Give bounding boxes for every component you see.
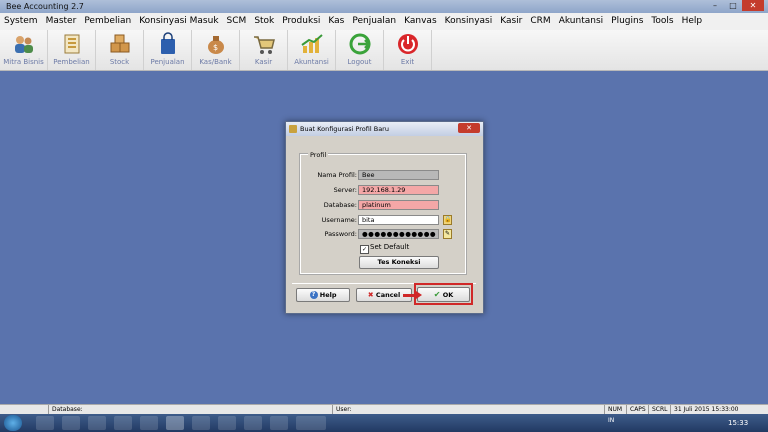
dialog-close-button[interactable]: ✕ <box>458 123 480 133</box>
boxes-icon <box>110 34 129 53</box>
toolbar-pembelian-button[interactable]: Pembelian <box>48 30 96 70</box>
window-titlebar: Bee Accounting 2.7 – □ ✕ <box>0 0 768 13</box>
maximize-button[interactable]: □ <box>724 0 742 11</box>
nama-profil-label: Nama Profil: <box>317 171 357 179</box>
toolbar-label: Kasir <box>254 58 273 66</box>
svg-text:$: $ <box>213 43 218 52</box>
toolbar-akuntansi-button[interactable]: Akuntansi <box>288 30 336 70</box>
menu-master[interactable]: Master <box>42 13 81 30</box>
lock-icon[interactable]: 🔒 <box>443 215 452 225</box>
taskbar-app-icon[interactable] <box>114 416 132 430</box>
growth-chart-icon <box>300 34 323 53</box>
toolbar-penjualan-button[interactable]: Penjualan <box>144 30 192 70</box>
taskbar-app-icon[interactable] <box>88 416 106 430</box>
menu-help[interactable]: Help <box>678 13 707 30</box>
toolbar-label: Logout <box>347 58 372 66</box>
os-taskbar: IN 15:33 <box>0 414 768 432</box>
cancel-label: Cancel <box>375 291 401 299</box>
menu-crm[interactable]: CRM <box>526 13 554 30</box>
set-default-checkbox[interactable]: ✓ <box>360 245 369 254</box>
menu-produksi[interactable]: Produksi <box>278 13 324 30</box>
profil-group-label: Profil <box>308 151 329 159</box>
toolbar-logout-button[interactable]: Logout <box>336 30 384 70</box>
taskbar-app-icon[interactable] <box>62 416 80 430</box>
taskbar-app-icon[interactable] <box>270 416 288 430</box>
server-field[interactable]: 192.168.1.29 <box>358 185 439 195</box>
cancel-icon: ✖ <box>367 291 374 299</box>
profile-config-dialog: Buat Konfigurasi Profil Baru ✕ Profil Na… <box>285 121 484 314</box>
cart-icon <box>253 36 275 54</box>
taskbar-app-icon[interactable] <box>244 416 262 430</box>
toolbar-exit-button[interactable]: Exit <box>384 30 432 70</box>
help-label: Help <box>319 291 337 299</box>
language-indicator[interactable]: IN <box>608 417 614 424</box>
toolbar-label: Penjualan <box>150 58 185 66</box>
taskbar-clock[interactable]: 15:33 <box>728 419 748 427</box>
minimize-button[interactable]: – <box>706 0 724 11</box>
menu-pembelian[interactable]: Pembelian <box>80 13 135 30</box>
toolbar-stock-button[interactable]: Stock <box>96 30 144 70</box>
taskbar-app-icon[interactable] <box>166 416 184 430</box>
money-bag-icon: $ <box>207 36 224 54</box>
menu-tools[interactable]: Tools <box>647 13 677 30</box>
dialog-title: Buat Konfigurasi Profil Baru <box>300 125 389 133</box>
menu-scm[interactable]: SCM <box>223 13 251 30</box>
arrow-annotation <box>403 291 422 299</box>
nama-profil-field[interactable]: Bee <box>358 170 439 180</box>
toolbar-label: Kas/Bank <box>199 58 232 66</box>
taskbar-app-icon[interactable] <box>192 416 210 430</box>
menu-kas[interactable]: Kas <box>324 13 348 30</box>
toolbar-mitra-bisnis-button[interactable]: Mitra Bisnis <box>0 30 48 70</box>
menu-plugins[interactable]: Plugins <box>607 13 647 30</box>
window-title: Bee Accounting 2.7 <box>6 2 84 11</box>
start-button[interactable] <box>4 415 22 431</box>
tes-koneksi-button[interactable]: Tes Koneksi <box>359 256 439 269</box>
taskbar-app-icon[interactable] <box>296 416 326 430</box>
menu-bar: System Master Pembelian Konsinyasi Masuk… <box>0 13 768 30</box>
password-label: Password: <box>324 230 357 238</box>
dialog-titlebar: Buat Konfigurasi Profil Baru ✕ <box>286 122 483 136</box>
toolbar-kasir-button[interactable]: Kasir <box>240 30 288 70</box>
toolbar-label: Pembelian <box>53 58 90 66</box>
app-icon <box>289 125 297 133</box>
menu-penjualan[interactable]: Penjualan <box>348 13 400 30</box>
close-button[interactable]: ✕ <box>742 0 764 11</box>
main-toolbar: Mitra Bisnis Pembelian Stock Penjualan $… <box>0 30 768 71</box>
people-icon <box>14 36 33 53</box>
set-default-label: Set Default <box>370 243 410 251</box>
shopping-bag-icon <box>160 32 175 54</box>
menu-konsinyasi-masuk[interactable]: Konsinyasi Masuk <box>135 13 222 30</box>
menu-system[interactable]: System <box>0 13 42 30</box>
toolbar-label: Mitra Bisnis <box>3 58 44 66</box>
logout-icon <box>349 33 371 55</box>
menu-kasir[interactable]: Kasir <box>496 13 526 30</box>
key-icon[interactable]: ✎ <box>443 229 452 239</box>
database-label: Database: <box>323 201 357 209</box>
toolbar-kas-bank-button[interactable]: $ Kas/Bank <box>192 30 240 70</box>
toolbar-label: Exit <box>400 58 415 66</box>
taskbar-app-icon[interactable] <box>218 416 236 430</box>
taskbar-app-icon[interactable] <box>36 416 54 430</box>
toolbar-label: Stock <box>109 58 130 66</box>
power-icon <box>397 34 418 54</box>
document-stack-icon <box>64 34 79 54</box>
help-icon: ? <box>309 291 318 299</box>
toolbar-label: Akuntansi <box>294 58 329 66</box>
menu-konsinyasi[interactable]: Konsinyasi <box>441 13 497 30</box>
database-field[interactable]: platinum <box>358 200 439 210</box>
ok-highlight-annotation <box>414 283 473 305</box>
taskbar-app-icon[interactable] <box>140 416 158 430</box>
menu-kanvas[interactable]: Kanvas <box>400 13 441 30</box>
password-field[interactable]: ●●●●●●●●●●●● <box>358 229 439 239</box>
username-field[interactable]: bita <box>358 215 439 225</box>
username-label: Username: <box>321 216 357 224</box>
menu-stok[interactable]: Stok <box>250 13 278 30</box>
help-button[interactable]: ? Help <box>296 288 350 302</box>
menu-akuntansi[interactable]: Akuntansi <box>555 13 607 30</box>
server-label: Server: <box>333 186 357 194</box>
